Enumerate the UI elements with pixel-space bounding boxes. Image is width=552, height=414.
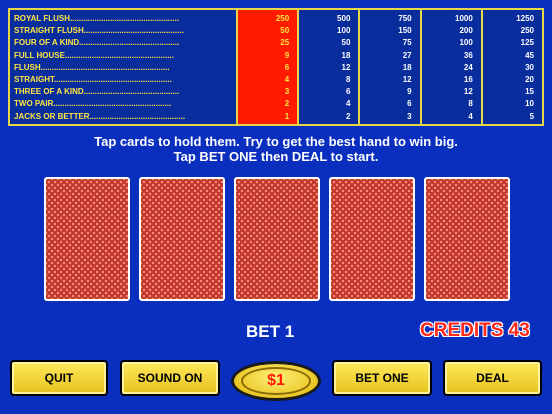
card-5[interactable] — [424, 177, 510, 301]
payout-value: 4 — [345, 99, 351, 109]
instructions-line-2: Tap BET ONE then DEAL to start. — [173, 149, 379, 164]
payout-value: 6 — [407, 99, 412, 109]
payout-value: 4 — [468, 111, 473, 121]
paytable-column-bet-5: 1250 250 125 45 30 20 15 10 5 — [483, 10, 542, 124]
payout-value: 12 — [341, 62, 351, 72]
instructions: Tap cards to hold them. Try to get the b… — [0, 134, 552, 164]
paytable-column-bet-1: 250 50 25 9 6 4 3 2 1 — [238, 10, 300, 124]
card-row — [44, 177, 510, 301]
paytable-column-bet-4: 1000 200 100 36 24 16 12 8 4 — [422, 10, 483, 124]
payout-value: 100 — [459, 38, 473, 48]
coin-label: $1 — [241, 367, 311, 395]
coin-denomination-button[interactable]: $1 — [231, 361, 321, 401]
paytable-column-bet-3: 750 150 75 27 18 12 9 6 3 — [360, 10, 422, 124]
payout-value: 12 — [402, 74, 412, 84]
payout-value: 25 — [280, 38, 290, 48]
payout-value: 20 — [525, 74, 535, 84]
credits-display: CREDITS 43 — [420, 320, 530, 341]
payout-value: 200 — [459, 26, 473, 36]
payout-value: 250 — [275, 14, 290, 23]
bet-amount: BET 1 — [246, 322, 295, 341]
payout-value: 15 — [525, 87, 535, 97]
payout-value: 8 — [468, 99, 473, 109]
payout-value: 8 — [345, 74, 351, 84]
payout-value: 10 — [525, 99, 535, 109]
payout-value: 3 — [284, 87, 290, 97]
payout-value: 18 — [402, 62, 412, 72]
bet-one-button[interactable]: BET ONE — [332, 360, 432, 396]
payout-value: 1000 — [455, 14, 473, 23]
payout-value: 75 — [402, 38, 412, 48]
payout-value: 6 — [345, 87, 351, 97]
hand-straight-flush: STRAIGHT FLUSH..........................… — [14, 26, 184, 36]
payout-value: 36 — [463, 50, 473, 60]
card-4[interactable] — [329, 177, 415, 301]
payout-value: 5 — [529, 111, 535, 121]
payout-value: 2 — [284, 99, 290, 109]
payout-value: 1250 — [516, 14, 535, 23]
card-1[interactable] — [44, 177, 130, 301]
payout-value: 100 — [337, 26, 351, 36]
payout-value: 9 — [284, 50, 290, 60]
sound-toggle-button[interactable]: SOUND ON — [120, 360, 220, 396]
payout-value: 16 — [463, 74, 473, 84]
payout-value: 1 — [284, 111, 290, 121]
payout-value: 750 — [398, 14, 412, 23]
hand-four-of-a-kind: FOUR OF A KIND..........................… — [14, 38, 180, 48]
card-3[interactable] — [234, 177, 320, 301]
payout-value: 125 — [520, 38, 535, 48]
payout-value: 500 — [337, 14, 351, 23]
payout-value: 250 — [520, 26, 535, 36]
payout-value: 150 — [398, 26, 412, 36]
payout-value: 6 — [284, 62, 290, 72]
payout-value: 9 — [407, 87, 412, 97]
payout-value: 4 — [284, 74, 290, 84]
hand-royal-flush: ROYAL FLUSH.............................… — [14, 14, 179, 23]
payout-value: 12 — [463, 87, 473, 97]
payout-value: 24 — [463, 62, 473, 72]
hand-three-of-a-kind: THREE OF A KIND.........................… — [14, 87, 180, 97]
payout-value: 30 — [525, 62, 535, 72]
payout-value: 45 — [525, 50, 535, 60]
payout-value: 3 — [407, 111, 412, 121]
payout-value: 50 — [341, 38, 351, 48]
payout-value: 18 — [341, 50, 351, 60]
hand-two-pair: TWO PAIR................................… — [14, 99, 172, 109]
paytable-hands: ROYAL FLUSH.............................… — [10, 10, 238, 124]
hand-flush: FLUSH...................................… — [14, 62, 170, 72]
payout-value: 2 — [345, 111, 351, 121]
hand-full-house: FULL HOUSE..............................… — [14, 50, 174, 60]
paytable-column-bet-2: 500 100 50 18 12 8 6 4 2 — [299, 10, 361, 124]
deal-button[interactable]: DEAL — [443, 360, 542, 396]
instructions-line-1: Tap cards to hold them. Try to get the b… — [94, 134, 458, 149]
payout-value: 50 — [280, 26, 290, 36]
paytable: ROYAL FLUSH.............................… — [8, 8, 544, 126]
hand-straight: STRAIGHT................................… — [14, 74, 172, 84]
hand-jacks-or-better: JACKS OR BETTER.........................… — [14, 111, 186, 121]
quit-button[interactable]: QUIT — [10, 360, 108, 396]
payout-value: 27 — [402, 50, 412, 60]
card-2[interactable] — [139, 177, 225, 301]
